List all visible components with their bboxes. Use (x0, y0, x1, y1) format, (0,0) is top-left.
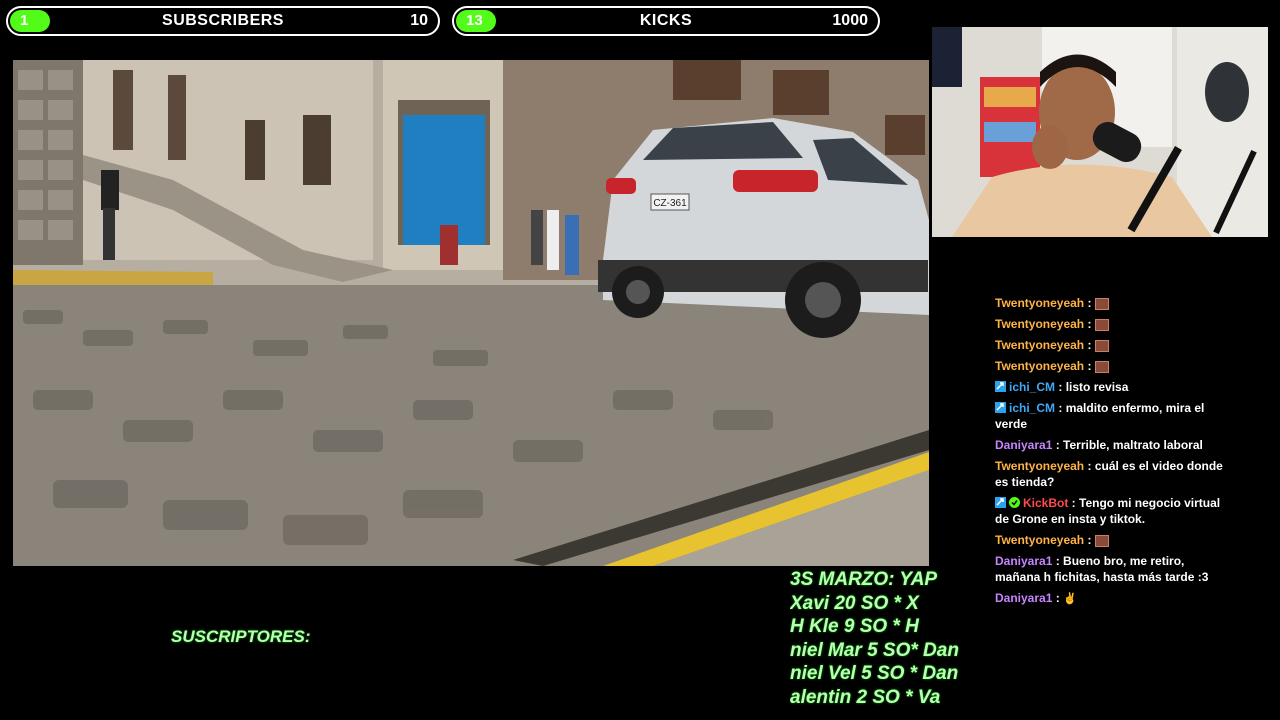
moderator-icon (995, 496, 1006, 508)
chat-username[interactable]: Twentyoneyeah (995, 296, 1084, 310)
street-scene-image: CZ-361 (13, 60, 929, 566)
ticker-line: niel Mar 5 SO* Dan (790, 639, 959, 661)
chat-username[interactable]: Daniyara1 (995, 554, 1052, 568)
kicks-goal-target: 1000 (832, 12, 868, 29)
chat-username[interactable]: Twentyoneyeah (995, 459, 1084, 473)
chat-username[interactable]: Twentyoneyeah (995, 317, 1084, 331)
chat-username[interactable]: Twentyoneyeah (995, 533, 1084, 547)
emote-icon (1094, 339, 1109, 352)
verified-icon (1009, 496, 1020, 508)
chat-separator: : (1052, 554, 1064, 568)
chat-message: KickBot : Tengo mi negocio virtual de Gr… (995, 495, 1230, 527)
chat-username[interactable]: Daniyara1 (995, 438, 1052, 452)
kicks-goal-bar: 13 KICKS 1000 (452, 6, 880, 36)
main-video-frame[interactable]: CZ-361 (13, 60, 929, 566)
moderator-icon (995, 380, 1006, 392)
chat-username[interactable]: Twentyoneyeah (995, 359, 1084, 373)
ticker-line: Xavi 20 SO * X (790, 592, 919, 614)
streamer-image (932, 27, 1268, 237)
emote-icon (1094, 534, 1109, 547)
chat-separator: : (1084, 296, 1095, 310)
chat-message: ichi_CM : maldito enfermo, mira el verde (995, 400, 1230, 432)
chat-message: Twentyoneyeah : (995, 337, 1230, 353)
chat-separator: : (1052, 591, 1064, 605)
chat-panel[interactable]: Twentyoneyeah : Twentyoneyeah : Twentyon… (995, 295, 1230, 612)
ticker-line: alentin 2 SO * Va (790, 686, 941, 708)
chat-username[interactable]: KickBot (1023, 496, 1068, 510)
subscribers-label: SUSCRIPTORES: (171, 627, 311, 646)
chat-separator: : (1055, 401, 1066, 415)
chat-separator: : (1084, 317, 1095, 331)
chat-username[interactable]: ichi_CM (1009, 401, 1055, 415)
chat-text: listo revisa (1065, 380, 1129, 394)
chat-username[interactable]: ichi_CM (1009, 380, 1055, 394)
chat-username[interactable]: Daniyara1 (995, 591, 1052, 605)
chat-separator: : (1052, 438, 1064, 452)
chat-message: Daniyara1 : Bueno bro, me retiro, mañana… (995, 553, 1230, 585)
license-plate: CZ-361 (653, 198, 687, 209)
ticker-line: H Kle 9 SO * H (790, 616, 919, 637)
chat-username[interactable]: Twentyoneyeah (995, 338, 1084, 352)
moderator-icon (995, 401, 1006, 413)
ticker-line: 3S MARZO: YAP (790, 569, 938, 590)
subscribers-goal-title: SUBSCRIBERS (162, 12, 284, 29)
chat-message: Twentyoneyeah : cuál es el video donde e… (995, 458, 1230, 490)
chat-message: Twentyoneyeah : (995, 316, 1230, 332)
kicks-goal-title: KICKS (639, 12, 693, 29)
chat-separator: : (1084, 359, 1095, 373)
chat-message: Twentyoneyeah : (995, 358, 1230, 374)
ticker-line: niel Vel 5 SO * Dan (790, 663, 959, 684)
subscribers-goal-target: 10 (410, 12, 428, 29)
chat-separator: : (1084, 459, 1095, 473)
chat-separator: : (1068, 496, 1080, 510)
subscribers-ticker: 3S MARZO: YAP Xavi 20 SO * XH Kle 9 SO * … (790, 567, 964, 717)
chat-message: Daniyara1 : ✌ (995, 590, 1230, 607)
chat-message: ichi_CM : listo revisa (995, 379, 1230, 395)
chat-separator: : (1084, 533, 1095, 547)
chat-message: Twentyoneyeah : (995, 295, 1230, 311)
chat-message: Twentyoneyeah : (995, 532, 1230, 548)
emote-icon (1094, 360, 1109, 373)
emote-icon (1094, 297, 1109, 310)
subscribers-goal-bar: 1 SUBSCRIBERS 10 (6, 6, 440, 36)
chat-separator: : (1084, 338, 1095, 352)
webcam-feed (932, 27, 1268, 237)
chat-separator: : (1055, 380, 1066, 394)
chat-message: Daniyara1 : Terrible, maltrato laboral (995, 437, 1230, 453)
chat-text: Terrible, maltrato laboral (1063, 438, 1203, 452)
hand-emoji-icon: ✌ (1063, 593, 1077, 605)
emote-icon (1094, 318, 1109, 331)
